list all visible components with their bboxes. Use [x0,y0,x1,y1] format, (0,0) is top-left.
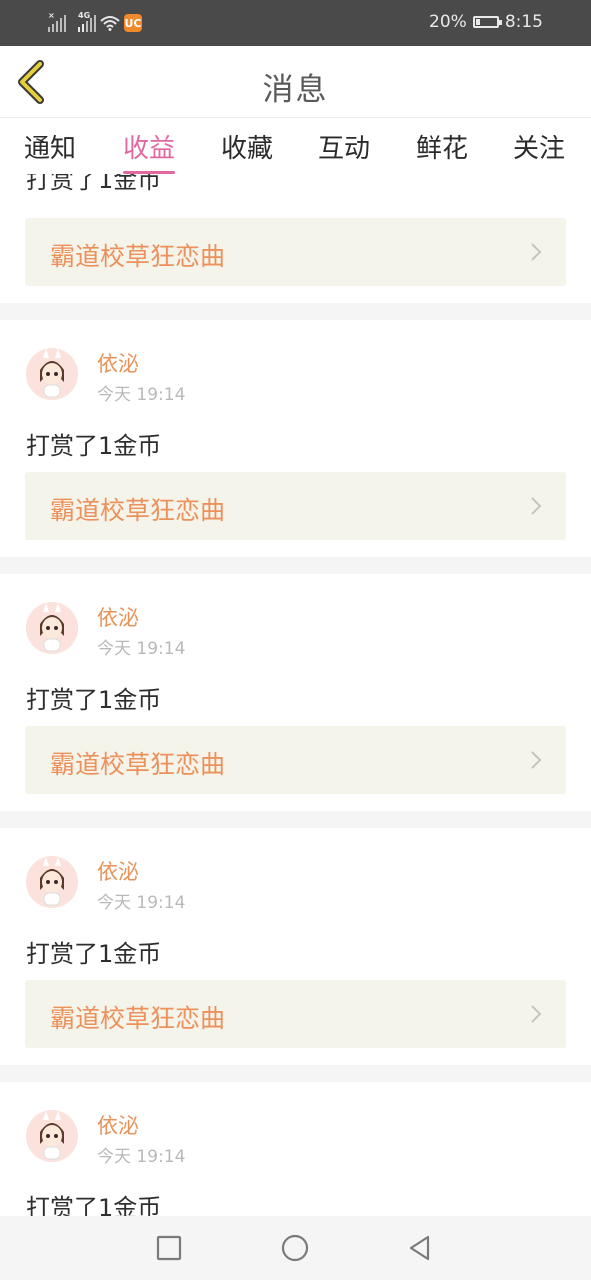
tab-interactions[interactable]: 互动 [304,128,384,165]
timestamp: 今天 19:14 [97,893,186,913]
book-title: 霸道校草狂恋曲 [50,242,226,271]
avatar[interactable] [26,1110,78,1162]
uc-browser-icon: UC [124,14,142,32]
sim2-signal-icon: 4G [78,11,96,32]
message-text: 打赏了1金币 [26,940,162,968]
clock: 8:15 [504,12,543,32]
user-avatar-illustration [26,602,78,654]
message-list[interactable]: 打赏了1金币 霸道校草狂恋曲 依泌 今天 19:14 打赏了1金币 霸道校草狂恋… [0,174,591,1216]
username[interactable]: 依泌 [97,856,139,886]
list-item: 依泌 今天 19:14 打赏了1金币 霸道校草狂恋曲 [0,320,591,557]
username[interactable]: 依泌 [97,1110,139,1140]
book-link[interactable]: 霸道校草狂恋曲 [25,726,566,794]
page-title: 消息 [262,72,329,108]
system-nav-bar [0,1216,591,1280]
list-item: 依泌 今天 19:14 打赏了1金币 霸道校草狂恋曲 [0,574,591,811]
book-link[interactable]: 霸道校草狂恋曲 [25,980,566,1048]
wifi-icon [100,16,120,31]
book-title: 霸道校草狂恋曲 [50,496,226,525]
triangle-back-icon[interactable] [406,1234,434,1262]
book-link[interactable]: 霸道校草狂恋曲 [25,218,566,286]
book-title: 霸道校草狂恋曲 [50,1004,226,1033]
tab-following[interactable]: 关注 [499,128,579,165]
avatar[interactable] [26,348,78,400]
timestamp: 今天 19:14 [97,1147,186,1167]
tab-bar: 通知 收益 收藏 互动 鲜花 关注 [0,118,591,174]
square-icon[interactable] [155,1234,183,1262]
tab-flowers[interactable]: 鲜花 [402,128,482,165]
avatar[interactable] [26,602,78,654]
chevron-right-icon [531,243,542,261]
status-icons-left: × 4G UC [48,11,142,34]
timestamp: 今天 19:14 [97,639,186,659]
list-item: 依泌 今天 19:14 打赏了1金币 [0,1082,591,1216]
circle-icon[interactable] [281,1234,309,1262]
tab-label: 鲜花 [415,134,468,164]
battery-percent: 20% [429,12,467,32]
tab-label: 收益 [122,134,175,164]
user-avatar-illustration [26,348,78,400]
status-bar: × 4G UC 20% 8:15 [0,0,591,46]
message-text: 打赏了1金币 [26,174,162,194]
timestamp: 今天 19:14 [97,385,186,405]
chevron-right-icon [531,1005,542,1023]
message-text: 打赏了1金币 [26,686,162,714]
battery-icon [472,16,502,28]
chevron-right-icon [531,751,542,769]
chevron-right-icon [531,497,542,515]
list-item: 依泌 今天 19:14 打赏了1金币 霸道校草狂恋曲 [0,828,591,1065]
tab-label: 通知 [23,134,76,164]
tab-label: 收藏 [220,134,273,164]
list-item: 打赏了1金币 霸道校草狂恋曲 [0,174,591,303]
message-text: 打赏了1金币 [26,1194,162,1216]
book-link[interactable]: 霸道校草狂恋曲 [25,472,566,540]
book-title: 霸道校草狂恋曲 [50,750,226,779]
avatar[interactable] [26,856,78,908]
username[interactable]: 依泌 [97,348,139,378]
tab-label: 互动 [317,134,370,164]
sim1-signal-icon: × [48,11,66,32]
username[interactable]: 依泌 [97,602,139,632]
status-icons-right: 20% 8:15 [429,12,543,32]
message-text: 打赏了1金币 [26,432,162,460]
tab-notifications[interactable]: 通知 [10,128,90,165]
user-avatar-illustration [26,856,78,908]
tab-favorites[interactable]: 收藏 [207,128,287,165]
tab-label: 关注 [512,134,565,164]
tab-earnings[interactable]: 收益 [109,128,189,174]
battery-fill [475,19,480,25]
app-header: 消息 [0,46,591,118]
user-avatar-illustration [26,1110,78,1162]
